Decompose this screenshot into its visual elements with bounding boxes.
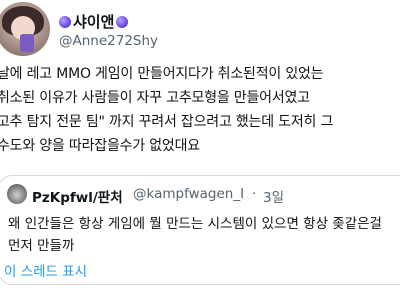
tweet-body: 날에 레고 MMO 게임이 만들어지다가 취소된적이 있었는 취소된 이유가 사… [0,62,400,158]
quoted-author-name: PzKpfwl/판처 [32,190,123,206]
quoted-author-avatar [7,184,27,204]
purple-orb-icon [116,15,129,28]
quoted-tweet-body: 왜 인간들은 항상 게임에 뭘 만드는 시스템이 있으면 항상 좆같은걸 먼저 … [8,213,382,257]
author-name-row[interactable]: 샤이앤 [59,11,129,32]
quoted-tweet-card[interactable]: PzKpfwl/판처 @kampfwagen_I · 3일 왜 인간들은 항상 … [0,175,400,285]
show-thread-link[interactable]: 이 스레드 표시 [4,260,87,280]
quoted-line: 왜 인간들은 항상 게임에 뭘 만드는 시스템이 있으면 항상 좆같은걸 [8,216,382,232]
tweet-line: 날에 레고 MMO 게임이 만들어지다가 취소된적이 있었는 [0,66,324,82]
quoted-line: 먼저 만들까 [8,238,75,254]
quoted-timestamp[interactable]: 3일 [263,186,284,206]
purple-orb-icon [59,15,71,28]
author-avatar[interactable] [0,2,50,56]
quoted-author-handle: @kampfwagen_I [133,186,245,202]
tweet-line: 수도와 양을 따라잡을수가 없었대요 [0,138,200,154]
author-handle[interactable]: @Anne272Shy [59,33,158,49]
tweet-line: 취소된 이유가 사람들이 자꾸 고추모형을 만들어서였고 [0,90,310,106]
meta-separator: · [252,186,257,202]
tweet-line: 고추 탐지 전문 팀" 까지 꾸려서 잡으려고 했는데 도저히 그 [0,114,334,130]
author-display-name: 샤이앤 [73,13,115,31]
